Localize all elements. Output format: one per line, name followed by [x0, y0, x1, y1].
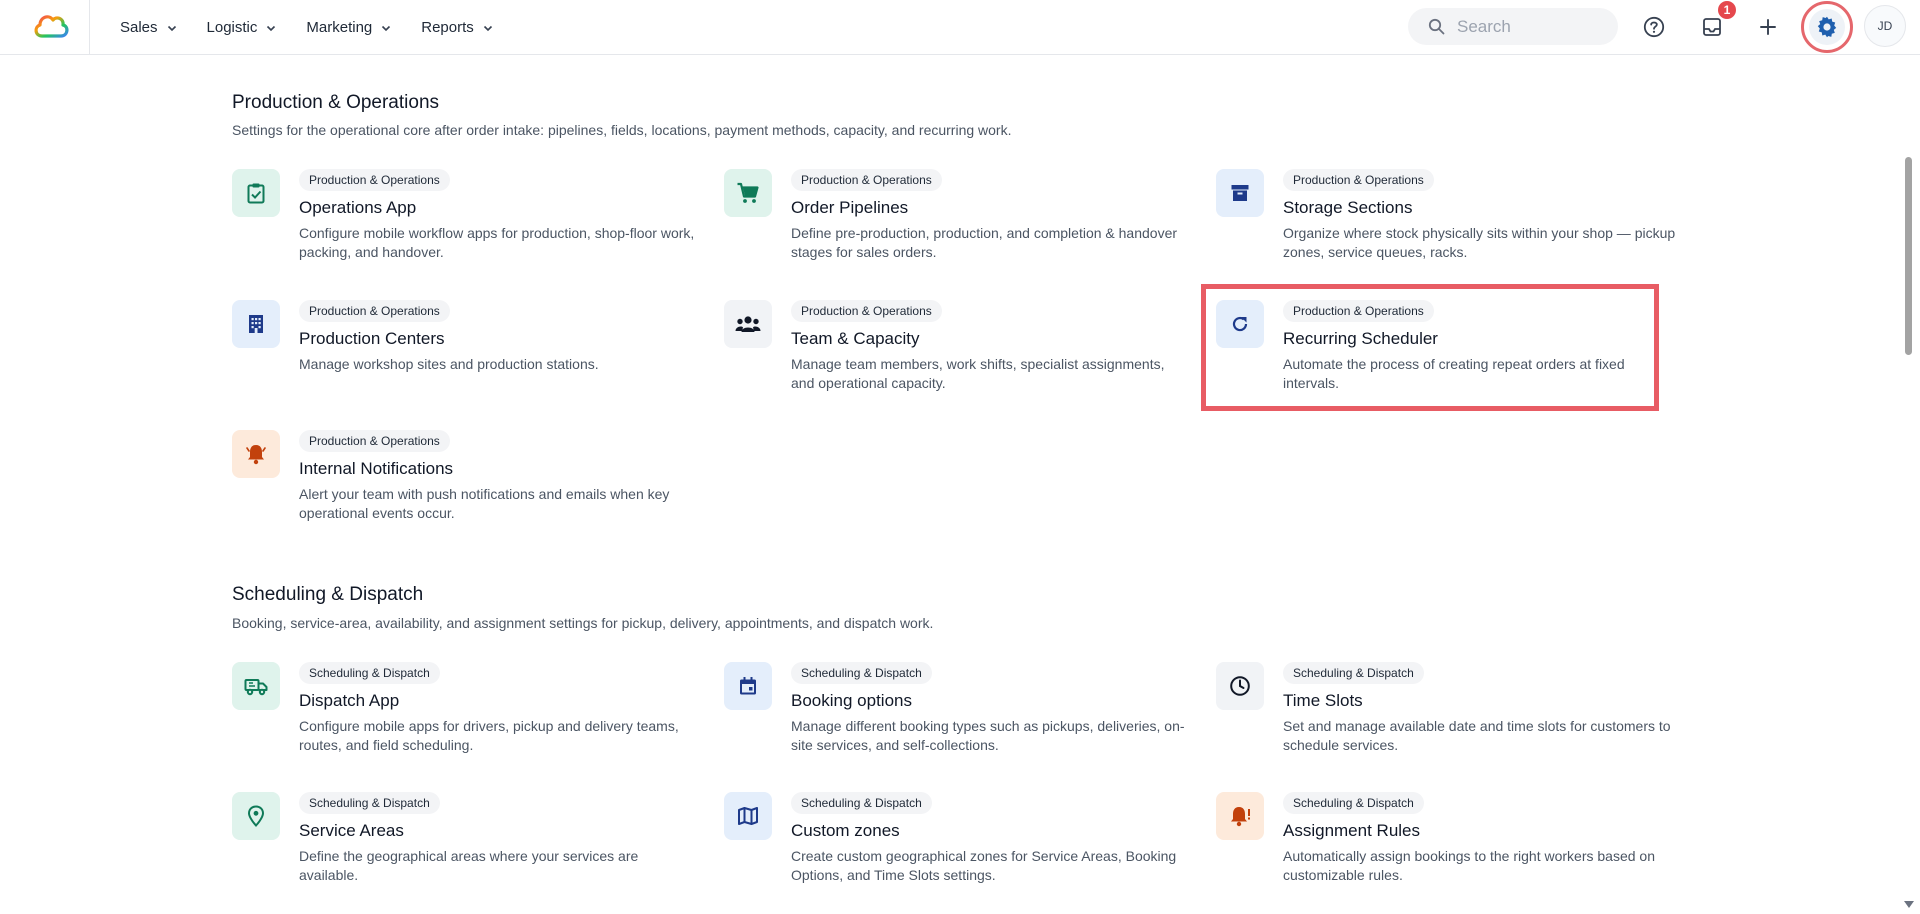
- chevron-down-icon: [167, 25, 176, 31]
- chevron-down-icon: [267, 25, 276, 31]
- recurring-scheduler-highlight: [1201, 284, 1659, 411]
- avatar[interactable]: JD: [1864, 5, 1906, 47]
- nav-reports[interactable]: Reports: [421, 19, 493, 36]
- avatar-initials: JD: [1877, 19, 1893, 33]
- clipboard-check-icon: [232, 169, 280, 217]
- chevron-down-icon: [483, 25, 492, 31]
- search-input[interactable]: [1457, 16, 1607, 37]
- section-title-production: Production & Operations: [232, 92, 440, 113]
- card-assignment-rules[interactable]: Scheduling & Dispatch Assignment Rules A…: [1216, 792, 1686, 902]
- add-button[interactable]: [1752, 11, 1784, 43]
- card-storage-sections[interactable]: Production & Operations Storage Sections…: [1216, 169, 1686, 279]
- card-description: Organize where stock physically sits wit…: [1283, 225, 1676, 260]
- card-title: Time Slots: [1283, 691, 1363, 710]
- nav-marketing[interactable]: Marketing: [306, 19, 391, 36]
- nav-logistic-label: Logistic: [206, 19, 258, 36]
- card-description: Manage workshop sites and production sta…: [299, 356, 599, 372]
- settings-button[interactable]: [1809, 9, 1845, 45]
- section-desc-production: Settings for the operational core after …: [232, 122, 1012, 138]
- nav-logistic[interactable]: Logistic: [207, 19, 277, 36]
- card-title: Dispatch App: [299, 691, 400, 710]
- plus-icon: [1760, 19, 1776, 35]
- cart-icon: [724, 169, 772, 217]
- card-team-capacity[interactable]: Production & Operations Team & Capacity …: [724, 300, 1194, 410]
- nav-sales-label: Sales: [120, 19, 158, 36]
- card-description: Set and manage available date and time s…: [1283, 718, 1671, 753]
- search-box[interactable]: [1408, 8, 1618, 45]
- card-description: Alert your team with push notifications …: [299, 486, 670, 521]
- card-operations-app[interactable]: Production & Operations Operations App C…: [232, 169, 702, 279]
- card-description: Create custom geographical zones for Ser…: [791, 848, 1177, 883]
- card-title: Internal Notifications: [299, 459, 454, 478]
- card-tag: Production & Operations: [299, 430, 450, 452]
- card-dispatch-app[interactable]: Scheduling & Dispatch Dispatch App Confi…: [232, 662, 702, 772]
- card-title: Custom zones: [791, 821, 900, 840]
- truck-icon: [232, 662, 280, 710]
- nav-marketing-label: Marketing: [306, 19, 373, 36]
- card-tag: Scheduling & Dispatch: [791, 662, 932, 684]
- app-logo[interactable]: [32, 9, 70, 43]
- help-icon: [1643, 16, 1665, 38]
- card-title: Storage Sections: [1283, 198, 1413, 217]
- card-description: Define pre-production, production, and c…: [791, 225, 1178, 260]
- section-desc-scheduling: Booking, service-area, availability, and…: [232, 615, 934, 631]
- card-tag: Scheduling & Dispatch: [791, 792, 932, 814]
- building-icon: [232, 300, 280, 348]
- card-description: Manage different booking types such as p…: [791, 718, 1185, 753]
- archive-box-icon: [1216, 169, 1264, 217]
- bell-icon: [232, 430, 280, 478]
- card-service-areas[interactable]: Scheduling & Dispatch Service Areas Defi…: [232, 792, 702, 902]
- card-order-pipelines[interactable]: Production & Operations Order Pipelines …: [724, 169, 1194, 279]
- gear-icon: [1817, 16, 1837, 38]
- location-pin-icon: [232, 792, 280, 840]
- card-booking-options[interactable]: Scheduling & Dispatch Booking options Ma…: [724, 662, 1194, 772]
- section-title-scheduling: Scheduling & Dispatch: [232, 584, 424, 605]
- help-button[interactable]: [1638, 11, 1670, 43]
- clock-icon: [1216, 662, 1264, 710]
- nav-sales[interactable]: Sales: [120, 19, 177, 36]
- card-title: Booking options: [791, 691, 912, 710]
- card-tag: Scheduling & Dispatch: [299, 792, 440, 814]
- card-title: Order Pipelines: [791, 198, 909, 217]
- card-title: Assignment Rules: [1283, 821, 1421, 840]
- card-tag: Production & Operations: [791, 169, 942, 191]
- search-icon: [1428, 18, 1445, 35]
- logo-divider: [89, 0, 90, 55]
- card-internal-notifications[interactable]: Production & Operations Internal Notific…: [232, 430, 702, 540]
- chevron-down-icon: [382, 25, 391, 31]
- card-time-slots[interactable]: Scheduling & Dispatch Time Slots Set and…: [1216, 662, 1686, 772]
- main-nav: Sales Logistic Marketing Reports: [120, 0, 523, 55]
- card-title: Team & Capacity: [791, 329, 920, 348]
- card-title: Operations App: [299, 198, 417, 217]
- card-description: Automatically assign bookings to the rig…: [1283, 848, 1655, 883]
- inbox-badge: 1: [1718, 1, 1736, 19]
- scrollbar-thumb[interactable]: [1905, 157, 1912, 355]
- map-icon: [724, 792, 772, 840]
- card-title: Production Centers: [299, 329, 445, 348]
- card-title: Service Areas: [299, 821, 404, 840]
- card-tag: Scheduling & Dispatch: [1283, 792, 1424, 814]
- card-description: Define the geographical areas where your…: [299, 848, 639, 883]
- card-tag: Scheduling & Dispatch: [299, 662, 440, 684]
- card-description: Configure mobile apps for drivers, picku…: [299, 718, 679, 753]
- scroll-down-arrow-icon[interactable]: [1904, 901, 1914, 908]
- nav-reports-label: Reports: [421, 19, 474, 36]
- card-tag: Production & Operations: [1283, 169, 1434, 191]
- inbox-icon: [1703, 18, 1721, 36]
- card-tag: Production & Operations: [791, 300, 942, 322]
- card-tag: Production & Operations: [299, 300, 450, 322]
- card-description: Manage team members, work shifts, specia…: [791, 356, 1165, 391]
- card-production-centers[interactable]: Production & Operations Production Cente…: [232, 300, 702, 410]
- card-tag: Production & Operations: [299, 169, 450, 191]
- card-custom-zones[interactable]: Scheduling & Dispatch Custom zones Creat…: [724, 792, 1194, 902]
- calendar-icon: [724, 662, 772, 710]
- bell-alert-icon: [1216, 792, 1264, 840]
- team-icon: [724, 300, 772, 348]
- card-description: Configure mobile workflow apps for produ…: [299, 225, 695, 260]
- card-tag: Scheduling & Dispatch: [1283, 662, 1424, 684]
- top-navigation-bar: Sales Logistic Marketing Reports 1: [0, 0, 1920, 55]
